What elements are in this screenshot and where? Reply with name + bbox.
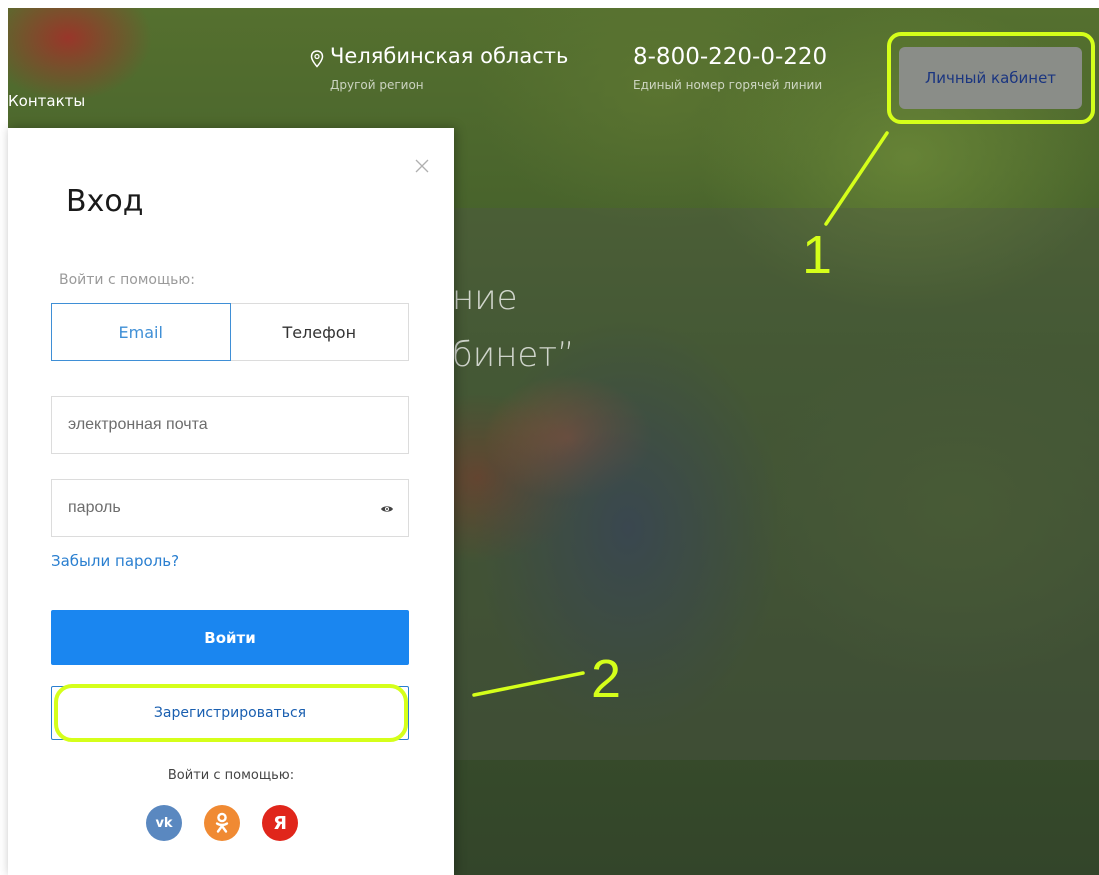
- social-login-label: Войти с помощью:: [167, 768, 295, 783]
- login-method-tabs: Email Телефон: [51, 303, 409, 361]
- email-field: [51, 396, 409, 454]
- personal-cabinet-button[interactable]: Личный кабинет: [899, 47, 1082, 109]
- yandex-login-icon[interactable]: Я: [262, 805, 298, 841]
- login-button[interactable]: Войти: [51, 610, 409, 665]
- change-region-link[interactable]: Другой регион: [330, 78, 424, 92]
- hero-title-line-1: ние: [452, 278, 518, 318]
- login-method-label: Войти с помощью:: [59, 272, 195, 288]
- odnoklassniki-icon: [215, 812, 229, 833]
- tab-phone[interactable]: Телефон: [231, 304, 409, 360]
- hotline-phone[interactable]: 8-800-220-0-220: [633, 44, 827, 70]
- tab-email[interactable]: Email: [51, 303, 231, 361]
- hotline-caption: Единый номер горячей линии: [633, 78, 823, 92]
- password-field: [51, 479, 409, 537]
- vk-login-icon[interactable]: vk: [146, 805, 182, 841]
- close-icon[interactable]: [412, 156, 432, 176]
- callout-number-1: 1: [802, 225, 833, 285]
- password-input[interactable]: [68, 499, 338, 517]
- login-modal: Вход Войти с помощью: Email Телефон Забы…: [8, 128, 454, 875]
- odnoklassniki-login-icon[interactable]: [204, 805, 240, 841]
- email-input[interactable]: [68, 416, 338, 434]
- eye-icon[interactable]: [380, 504, 394, 514]
- forgot-password-link[interactable]: Забыли пароль?: [51, 552, 179, 570]
- register-button[interactable]: Зарегистрироваться: [51, 686, 409, 740]
- location-pin-icon: [310, 50, 324, 68]
- callout-number-2: 2: [591, 649, 622, 709]
- contacts-link[interactable]: Контакты: [8, 92, 85, 110]
- hero-title-line-2: бинет”: [452, 335, 575, 375]
- modal-title: Вход: [66, 184, 144, 219]
- region-selector[interactable]: Челябинская область: [330, 44, 568, 68]
- hero-overlay: [453, 208, 1099, 760]
